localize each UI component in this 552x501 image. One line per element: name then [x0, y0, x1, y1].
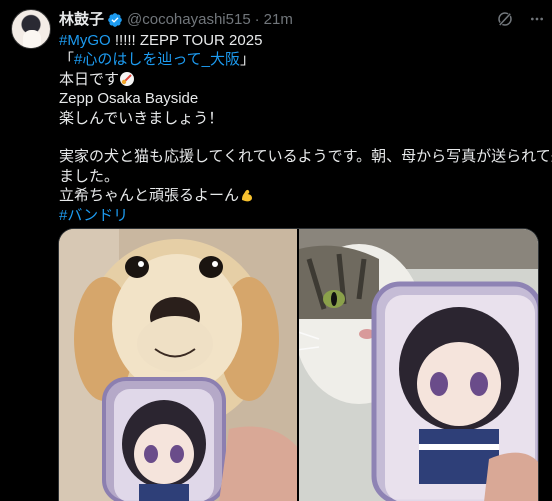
pets-text: 実家の犬と猫も応援してくれているようです。朝、母から写真が送られて来: [59, 148, 552, 166]
tweet-text: #MyGO !!!!! ZEPP TOUR 2025 「#心のはしを辿って_大阪…: [59, 31, 552, 225]
tweet-line-6: 実家の犬と猫も応援してくれているようです。朝、母から写真が送られて来: [59, 147, 552, 166]
tweet-line-7: ました。: [59, 167, 539, 186]
pets-text-cont: ました。: [59, 167, 120, 185]
avatar[interactable]: [11, 9, 51, 49]
grok-icon[interactable]: [496, 10, 514, 28]
user-handle[interactable]: @cocohayashi515: [127, 11, 251, 29]
separator-dot: ·: [254, 11, 260, 28]
tweet-line-5: 楽しんでいきましょう！: [59, 109, 539, 128]
hashtag-mygo[interactable]: #MyGO: [59, 32, 111, 49]
hashtag-osaka[interactable]: #心のはしを辿って_大阪: [74, 51, 240, 68]
tweet-line-2: 「#心のはしを辿って_大阪」: [59, 50, 539, 69]
close-bracket: 」: [239, 51, 255, 69]
media-grid[interactable]: [58, 228, 539, 501]
more-options-icon[interactable]: [528, 11, 546, 27]
photo-dog-with-plush[interactable]: [59, 229, 297, 501]
tweet-line-9: #バンドリ: [59, 206, 539, 225]
display-name[interactable]: 林鼓子: [59, 11, 104, 29]
enjoy-text: 楽しんでいきましょう！: [59, 109, 224, 127]
tweet-line-4: Zepp Osaka Bayside: [59, 89, 539, 108]
tweet-line-3: 本日です: [59, 70, 539, 89]
today-text: 本日です: [59, 70, 120, 88]
hashtag-bandori[interactable]: #バンドリ: [59, 207, 128, 224]
tour-title: !!!!! ZEPP TOUR 2025: [110, 32, 263, 49]
tweet-header: 林鼓子 @cocohayashi515 · 21m: [59, 11, 293, 29]
flexed-biceps-emoji-icon: [242, 190, 253, 202]
photo-cat-with-plush[interactable]: [299, 229, 538, 501]
tweet[interactable]: 林鼓子 @cocohayashi515 · 21m #MyGO !!!!! ZE…: [0, 0, 552, 501]
guitar-emoji-icon: [120, 71, 135, 86]
cat-photo-image: [299, 229, 538, 501]
open-bracket: 「: [59, 51, 75, 69]
timestamp[interactable]: 21m: [264, 11, 293, 29]
tweet-line-8: 立希ちゃんと頑張るよーん: [59, 186, 539, 205]
venue-text: Zepp Osaka Bayside: [59, 90, 199, 108]
verified-badge-icon: [108, 13, 122, 27]
dog-photo-image: [59, 229, 297, 501]
tweet-line-1: #MyGO !!!!! ZEPP TOUR 2025: [59, 31, 539, 50]
cheer-text: 立希ちゃんと頑張るよーん: [59, 187, 240, 205]
